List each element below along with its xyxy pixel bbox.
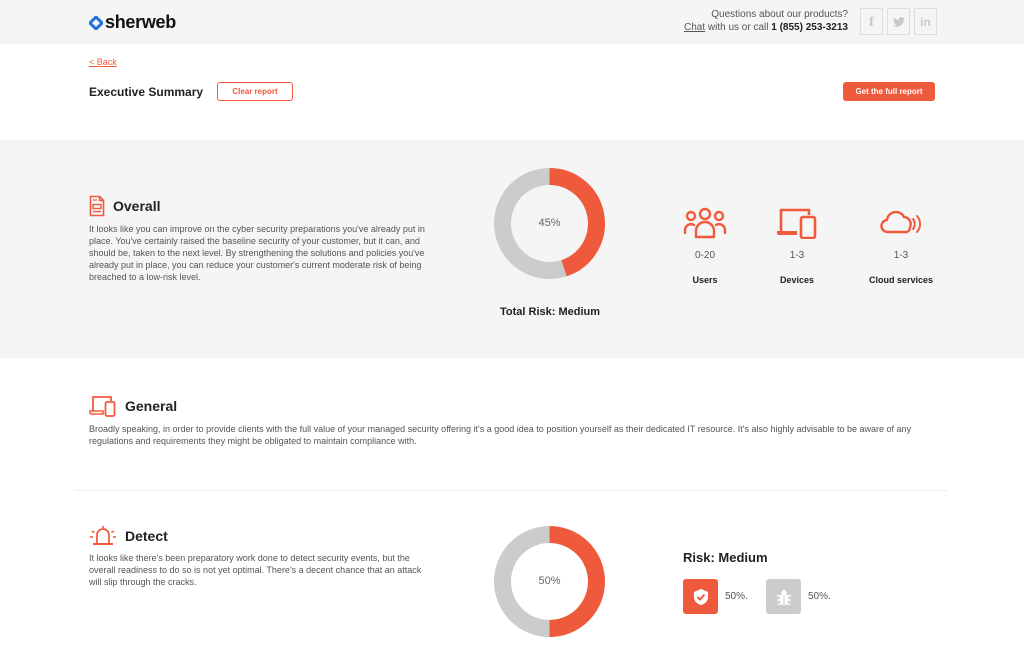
users-value: 0-20 [694,250,715,261]
social-links: f in [860,8,937,35]
phone-number: 1 (855) 253-3213 [771,22,848,33]
sherweb-logo-icon [89,15,103,30]
get-full-report-button[interactable]: Get the full report [843,82,935,101]
twitter-icon [892,16,905,27]
general-title: General [125,398,178,414]
shield-percent: 50%. [725,591,748,602]
devices-label: Devices [779,275,815,285]
detect-risk-title: Risk: Medium [683,550,768,565]
overall-text-block: Overall It looks like you can improve on… [89,195,429,283]
detect-description: It looks like there's been preparatory w… [89,553,422,587]
detect-risk-donut: 50% [493,525,606,638]
overall-title: Overall [113,198,161,214]
sherweb-logo[interactable]: sherweb [89,12,176,33]
users-label: Users [692,275,718,285]
shield-badge [683,579,718,614]
detect-title: Detect [125,528,168,544]
contact-info: Questions about our products? Chat with … [684,8,848,34]
linkedin-icon: in [920,14,931,29]
detect-risk-percent: 50% [538,575,561,587]
general-section: General Broadly speaking, in order to pr… [89,395,939,447]
back-link[interactable]: < Back [89,57,117,67]
bug-badge [766,579,801,614]
linkedin-button[interactable]: in [914,8,937,35]
document-icon [89,195,105,217]
cloud-services-value: 1-3 [893,250,909,261]
overall-risk-donut: 45% [493,167,606,280]
page-title: Executive Summary [89,85,204,99]
stat-users: 0-20 Users [660,207,750,285]
devices-value: 1-3 [789,250,805,261]
detect-text-block: Detect It looks like there's been prepar… [89,526,424,588]
bug-percent: 50%. [808,591,831,602]
twitter-button[interactable] [887,8,910,35]
detect-badge-protect: 50%. [683,579,748,614]
cloud-services-label: Cloud services [868,275,934,285]
stat-devices: 1-3 Devices [752,207,842,285]
chat-link[interactable]: Chat [684,22,705,33]
total-risk-label: Total Risk: Medium [499,306,601,318]
overall-risk-percent: 45% [538,217,561,229]
facebook-button[interactable]: f [860,8,883,35]
general-description: Broadly speaking, in order to provide cl… [89,424,912,446]
bug-icon [776,589,791,605]
contact-mid-text: with us or call [705,22,772,33]
devices-icon [777,208,817,240]
users-icon [683,207,727,239]
facebook-icon: f [868,14,875,29]
overall-description: It looks like you can improve on the cyb… [89,224,425,282]
detect-badge-threats: 50%. [766,579,831,614]
cloud-services-icon [880,210,921,234]
brand-name: sherweb [105,12,176,32]
clear-report-button[interactable]: Clear report [217,82,293,101]
devices-icon [89,396,116,417]
shield-check-icon [693,588,708,605]
alarm-light-icon [90,526,116,545]
contact-question: Questions about our products? [711,9,848,20]
section-divider [75,490,948,491]
stat-cloud-services: 1-3 Cloud services [856,207,946,285]
